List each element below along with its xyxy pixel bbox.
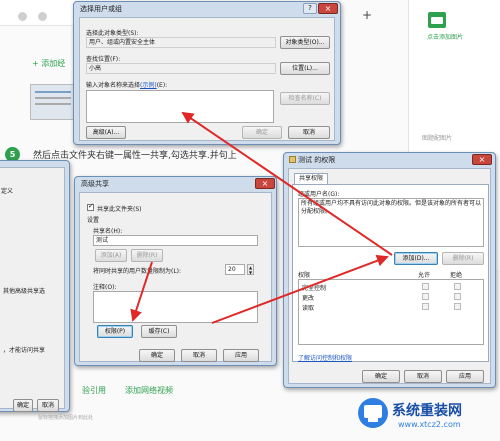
caching-button[interactable]: 缓存(C) [141, 325, 177, 338]
comment-input[interactable] [93, 291, 258, 323]
advanced-sharing-title: 高级共享 [81, 180, 109, 188]
remove-share-button[interactable]: 删除(R) [131, 249, 163, 262]
left-ok-button[interactable]: 确定 [13, 399, 33, 412]
left-partial-text-2: ，才能访问共享 [3, 347, 46, 354]
watermark-url: www.xtcz2.com [398, 420, 461, 429]
settings-group-label: 设置 [87, 217, 100, 224]
left-cancel-button[interactable]: 取消 [37, 399, 59, 412]
check-names-button[interactable]: 检查名称(C) [280, 92, 330, 105]
object-names-label: 输入对象名称来选择 [86, 82, 141, 89]
select-users-cancel-button[interactable]: 取消 [288, 126, 330, 139]
advanced-button[interactable]: 高级(A)... [86, 126, 126, 139]
permissions-column-label: 权限 [298, 272, 311, 279]
comment-label: 注释(O): [93, 284, 117, 291]
group-names-label: 组或用户名(G): [298, 191, 340, 198]
share-name-select[interactable]: 测试 [93, 235, 258, 246]
locations-button[interactable]: 位置(L)... [280, 62, 330, 75]
object-type-label: 选择此对象类型(S): [86, 30, 139, 37]
add-permission-button[interactable]: 添加(D)... [394, 252, 438, 265]
image-caption-button[interactable]: 图题配图片 [422, 133, 452, 142]
allow-checkbox[interactable] [422, 303, 429, 310]
permission-row-label: 完全控制 [302, 285, 327, 292]
tab-share-permissions[interactable]: 共享权限 [294, 173, 329, 184]
allow-checkbox[interactable] [422, 283, 429, 290]
deny-checkbox[interactable] [454, 303, 461, 310]
object-type-field: 用户、组或内置安全主体 [86, 37, 276, 48]
permissions-cancel-button[interactable]: 取消 [404, 370, 442, 383]
deny-checkbox[interactable] [454, 283, 461, 290]
permissions-ok-button[interactable]: 确定 [362, 370, 400, 383]
permission-row-label: 更改 [302, 295, 315, 302]
watermark-name: 系统重装网 [392, 403, 462, 419]
help-icon[interactable]: ? [303, 3, 317, 14]
access-control-help-link[interactable]: 了解访问控制和权限 [298, 353, 352, 362]
deny-checkbox[interactable] [454, 293, 461, 300]
permissions-apply-button[interactable]: 应用 [446, 370, 484, 383]
left-partial-dialog: 定义 其他高级共享选 ，才能访问共享 确定 取消 [0, 160, 70, 412]
user-limit-input[interactable]: 20 [225, 264, 245, 275]
top-toolbar [0, 0, 75, 26]
permissions-title: 测试 的权限 [298, 156, 336, 164]
location-field: 小高 [86, 63, 276, 74]
remove-permission-button[interactable]: 删除(R) [442, 252, 484, 265]
add-video-link[interactable]: 添加网络视频 [125, 385, 173, 396]
toolbar-dot-icon[interactable] [38, 12, 47, 21]
advanced-apply-button[interactable]: 应用 [223, 349, 259, 362]
add-image-icon[interactable] [428, 12, 446, 28]
close-icon[interactable]: × [255, 178, 275, 189]
group-names-list[interactable]: 所有组或用户均不具有访问此对象的权限。但是该对象的所有者可以分配权限。 [298, 198, 484, 247]
citation-link[interactable]: 验引用 [82, 385, 106, 396]
permission-row-label: 读取 [302, 305, 315, 312]
watermark-logo-icon [358, 398, 388, 428]
share-folder-label: 共享此文件夹(S) [97, 206, 142, 213]
folder-icon [289, 156, 296, 163]
step-thumbnail[interactable] [30, 84, 76, 120]
left-partial-tab[interactable]: 定义 [1, 186, 13, 195]
add-step-link[interactable]: + 添加经 [32, 58, 65, 69]
add-share-button[interactable]: 添加(A) [95, 249, 127, 262]
select-users-title: 选择用户或组 [80, 5, 122, 13]
user-limit-spinner[interactable]: ▲ ▼ [247, 264, 254, 275]
permissions-dialog: 测试 的权限 × 共享权限 组或用户名(G): 所有组或用户均不具有访问此对象的… [283, 152, 496, 388]
close-icon[interactable]: × [472, 154, 492, 165]
select-users-dialog: 选择用户或组 ? × 选择此对象类型(S): 用户、组或内置安全主体 对象类型(… [73, 1, 341, 145]
drag-hint: 鼠标拖拽添加图片到此处 [38, 415, 94, 421]
object-names-input[interactable] [86, 90, 274, 123]
advanced-sharing-dialog: 高级共享 × 共享此文件夹(S) 设置 共享名(H): 测试 添加(A) 删除(… [74, 176, 277, 366]
location-label: 查找位置(F): [86, 56, 121, 63]
close-icon[interactable]: × [318, 3, 338, 14]
allow-checkbox[interactable] [422, 293, 429, 300]
permissions-button[interactable]: 权限(P) [97, 325, 133, 338]
add-image-link[interactable]: 点击添加图片 [415, 32, 475, 41]
object-types-button[interactable]: 对象类型(O)... [280, 36, 330, 49]
add-tab-button[interactable]: + [362, 8, 372, 22]
advanced-ok-button[interactable]: 确定 [139, 349, 175, 362]
examples-link[interactable]: (示例) [140, 82, 157, 89]
deny-column-label: 拒绝 [450, 272, 463, 279]
advanced-cancel-button[interactable]: 取消 [181, 349, 217, 362]
share-folder-checkbox[interactable] [87, 202, 94, 211]
toolbar-dot-icon[interactable] [18, 12, 27, 21]
allow-column-label: 允许 [418, 272, 431, 279]
user-limit-label: 将同时共享的用户数量限制为(L): [93, 268, 182, 275]
left-partial-text-1: 其他高级共享选 [3, 288, 46, 295]
select-users-ok-button[interactable]: 确定 [242, 126, 282, 139]
object-names-label-suffix: (E): [156, 82, 168, 89]
share-name-label: 共享名(H): [93, 228, 123, 235]
